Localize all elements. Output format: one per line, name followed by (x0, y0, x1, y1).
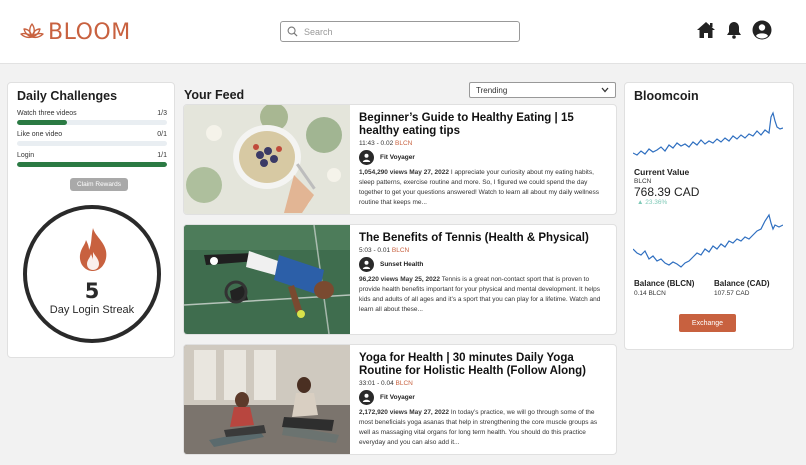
current-value: 768.39 CAD (634, 185, 700, 199)
progress-fill (17, 162, 167, 167)
exchange-button[interactable]: Exchange (679, 314, 736, 332)
challenge-progress-bar (17, 120, 167, 125)
sort-selected-value: Trending (476, 85, 508, 95)
challenge-label: Watch three videos (17, 110, 77, 117)
channel[interactable]: Fit Voyager (359, 390, 609, 405)
challenge-label: Like one video (17, 131, 63, 138)
challenge-progress-bar (17, 162, 167, 167)
balance-blcn-value: 0.14 BLCN (634, 290, 666, 297)
value-change-percent: 23.36% (645, 199, 668, 206)
top-header: BLOOM (0, 0, 806, 64)
challenge-progress-text: 1/3 (157, 110, 167, 117)
coin-unit: BLCN (391, 247, 410, 254)
video-card[interactable]: The Benefits of Tennis (Health & Physica… (183, 224, 617, 335)
challenge-progress-bar (17, 141, 167, 146)
channel-avatar-icon (359, 257, 374, 272)
search-bar[interactable] (280, 21, 520, 42)
bell-icon[interactable] (724, 20, 744, 40)
video-duration-reward: 33:01 - 0.04 (359, 380, 394, 387)
balance-blcn-label: Balance (BLCN) (634, 279, 695, 288)
video-title[interactable]: The Benefits of Tennis (Health & Physica… (359, 232, 609, 245)
video-info: Beginner’s Guide to Healthy Eating | 15 … (359, 112, 609, 208)
channel-avatar-icon (359, 150, 374, 165)
challenge-item: Login 1/1 (17, 152, 167, 167)
video-meta: 33:01 - 0.04 BLCN (359, 380, 609, 387)
video-views: 2,172,920 views (359, 409, 408, 416)
logo[interactable]: BLOOM (20, 18, 131, 46)
feed-sort-select[interactable]: Trending (469, 82, 616, 98)
balance-chart-line (633, 213, 783, 268)
video-meta: 5:03 - 0.01 BLCN (359, 247, 609, 254)
coin-unit: BLCN (395, 380, 413, 387)
challenge-item: Watch three videos 1/3 (17, 110, 167, 125)
header-nav (696, 20, 772, 40)
video-description: 1,054,290 views May 27, 2022 I appreciat… (359, 168, 609, 208)
challenge-item: Like one video 0/1 (17, 131, 167, 146)
bloomcoin-title: Bloomcoin (634, 89, 699, 103)
arrow-up-icon: ▲ (637, 199, 644, 206)
current-value-label: Current Value (634, 167, 690, 177)
claim-rewards-button[interactable]: Claim Rewards (70, 178, 128, 191)
video-info: The Benefits of Tennis (Health & Physica… (359, 232, 609, 315)
login-streak-badge: 5 Day Login Streak (23, 205, 161, 343)
video-duration-reward: 5:03 - 0.01 (359, 247, 391, 254)
daily-challenges-card: Daily Challenges Watch three videos 1/3 L… (7, 82, 175, 358)
video-description: 2,172,920 views May 27, 2022 In today’s … (359, 408, 609, 448)
home-icon[interactable] (696, 20, 716, 40)
challenge-progress-text: 1/1 (157, 152, 167, 159)
challenge-label: Login (17, 152, 35, 159)
feed-title: Your Feed (184, 88, 245, 102)
video-thumbnail-healthy-eating[interactable] (184, 105, 350, 214)
video-meta: 11:43 - 0.02 BLCN (359, 140, 609, 147)
channel-name: Fit Voyager (380, 394, 415, 401)
video-thumbnail-tennis[interactable] (184, 225, 350, 334)
lotus-logo-icon (20, 23, 44, 39)
video-title[interactable]: Beginner’s Guide to Healthy Eating | 15 … (359, 112, 609, 138)
search-icon (287, 26, 298, 37)
flame-icon (79, 228, 107, 271)
video-card[interactable]: Beginner’s Guide to Healthy Eating | 15 … (183, 104, 617, 215)
channel-avatar-icon (359, 390, 374, 405)
balance-cad-value: 107.57 CAD (714, 290, 750, 297)
value-change: ▲ 23.36% (637, 199, 667, 206)
price-chart-line (633, 111, 783, 156)
channel[interactable]: Sunset Health (359, 257, 609, 272)
progress-fill (17, 120, 67, 125)
video-views: 96,220 views (359, 276, 399, 283)
current-value-unit: BLCN (634, 178, 652, 185)
user-account-icon[interactable] (752, 20, 772, 40)
channel-name: Sunset Health (380, 261, 424, 268)
streak-label: Day Login Streak (49, 304, 135, 316)
channel-name: Fit Voyager (380, 154, 415, 161)
video-date: May 25, 2022 (400, 276, 440, 283)
bloomcoin-card: Bloomcoin Current Value BLCN 768.39 CAD … (624, 82, 794, 350)
video-date: May 27, 2022 (409, 409, 450, 416)
video-views: 1,054,290 views (359, 169, 408, 176)
video-title[interactable]: Yoga for Health | 30 minutes Daily Yoga … (359, 352, 609, 378)
logo-text: BLOOM (48, 19, 131, 45)
channel[interactable]: Fit Voyager (359, 150, 609, 165)
challenge-progress-text: 0/1 (157, 131, 167, 138)
chevron-down-icon (601, 87, 609, 93)
coin-unit: BLCN (395, 140, 413, 147)
video-info: Yoga for Health | 30 minutes Daily Yoga … (359, 352, 609, 448)
video-thumbnail-yoga[interactable] (184, 345, 350, 454)
video-description: 96,220 views May 25, 2022 Tennis is a gr… (359, 275, 609, 315)
balance-cad-label: Balance (CAD) (714, 279, 770, 288)
search-input[interactable] (304, 26, 504, 37)
daily-challenges-title: Daily Challenges (17, 89, 118, 103)
streak-number: 5 (84, 279, 100, 303)
video-duration-reward: 11:43 - 0.02 (359, 140, 394, 147)
video-card[interactable]: Yoga for Health | 30 minutes Daily Yoga … (183, 344, 617, 455)
video-date: May 27, 2022 (409, 169, 450, 176)
